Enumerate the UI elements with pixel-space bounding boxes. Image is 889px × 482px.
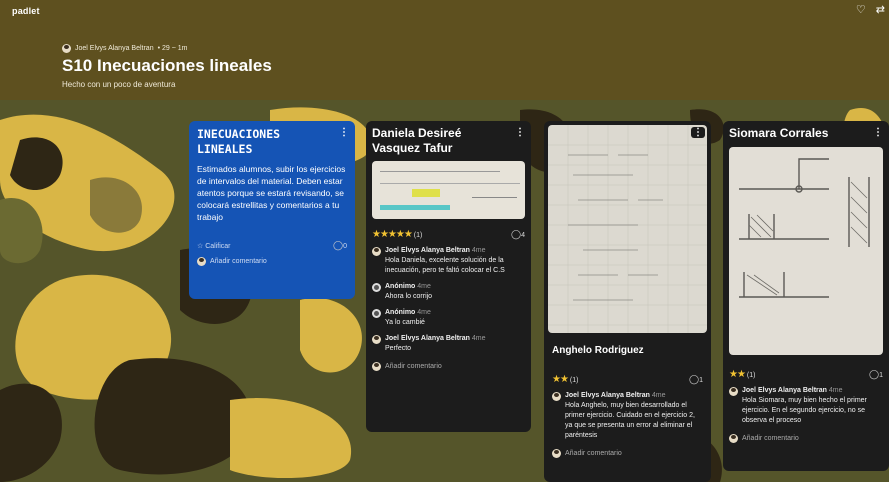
post-card-daniela[interactable]: ⋮ Daniela Desireé Vasquez Tafur ★★★★★ (1… (366, 121, 531, 432)
post-card-anghelo[interactable]: ⋮ Anghelo Rodriguez ★★ (1) ◯1 Joel Elvys… (544, 121, 711, 482)
post-title: Siomara Corrales (729, 126, 829, 140)
star-rating[interactable]: ★★★★★ (372, 229, 413, 240)
comment-time: 4me (471, 335, 486, 342)
post-attachment-image[interactable] (548, 125, 707, 333)
anonymous-avatar-icon (372, 283, 381, 292)
share-icon[interactable]: ⇄ (876, 3, 885, 16)
comment-text: Perfecto (385, 345, 412, 352)
comment-icon: ◯ (869, 369, 880, 379)
comment-icon: ◯ (333, 240, 344, 250)
star-rating[interactable]: ★★ (552, 374, 569, 385)
rating-row: ★★ (1) ◯1 (729, 369, 883, 380)
notebook-grid (548, 125, 707, 333)
comment-icon: ◯ (511, 229, 522, 239)
rating-row: ★★★★★ (1) ◯4 (372, 229, 525, 240)
rate-label: Calificar (205, 242, 231, 250)
post-title: INECUACIONES LINEALES (197, 127, 281, 156)
commenter-avatar (372, 247, 381, 256)
star-outline-icon: ☆ (197, 242, 204, 250)
heart-icon[interactable]: ♡ (856, 3, 866, 16)
commenter-avatar (372, 335, 381, 344)
board-author: Joel Elvys Alanya Beltran • 29 ~ 1m (62, 44, 188, 53)
comment-time: 4me (828, 387, 843, 394)
comment-time: 4me (417, 309, 431, 316)
rating-count: (1) (746, 372, 756, 379)
commenter-name: Joel Elvys Alanya Beltran (385, 247, 470, 254)
post-title: Anghelo Rodriguez (552, 345, 644, 356)
user-avatar (197, 257, 206, 266)
post-attachment-image[interactable] (729, 147, 883, 355)
comment-item: Joel Elvys Alanya Beltran 4me Hola Daniel… (372, 246, 525, 276)
commenter-name: Joel Elvys Alanya Beltran (565, 392, 650, 399)
add-comment-button[interactable]: Añadir comentario (552, 449, 703, 458)
commenter-avatar (552, 392, 561, 401)
comment-text: Hola Daniela, excelente solución de la i… (385, 257, 505, 274)
star-rating[interactable]: ★★ (729, 369, 746, 380)
comment-item: Joel Elvys Alanya Beltran 4me Perfecto (372, 334, 525, 354)
rate-button[interactable]: ☆ Calificar (197, 242, 231, 250)
add-comment-button[interactable]: Añadir comentario (197, 257, 347, 266)
post-card-siomara[interactable]: ⋮ Siomara Corrales ★★ (1) ◯1 Joel Elvys … (723, 121, 889, 471)
handwritten-graphs (739, 158, 870, 298)
rating-row: ☆ Calificar ◯0 (197, 240, 347, 251)
comment-count[interactable]: ◯0 (333, 240, 347, 251)
post-menu-icon[interactable]: ⋮ (515, 127, 525, 138)
board-subtitle: Hecho con un poco de aventura (62, 80, 176, 89)
add-comment-button[interactable]: Añadir comentario (372, 362, 525, 371)
user-avatar (729, 434, 738, 443)
user-avatar (552, 449, 561, 458)
post-menu-icon[interactable]: ⋮ (691, 127, 705, 138)
rating-row: ★★ (1) ◯1 (552, 374, 703, 385)
comment-icon: ◯ (689, 374, 700, 384)
comment-time: 4me (471, 247, 486, 254)
board-meta: • 29 ~ 1m (157, 45, 188, 52)
comment-text: Hola Siomara, muy bien hecho el primer e… (742, 397, 867, 424)
post-menu-icon[interactable]: ⋮ (339, 127, 349, 138)
anonymous-avatar-icon (372, 309, 381, 318)
comment-item: Joel Elvys Alanya Beltran 4me Hola Siomar… (729, 386, 883, 426)
rating-count: (1) (413, 232, 423, 239)
commenter-name: Joel Elvys Alanya Beltran (385, 335, 470, 342)
comment-text: Ahora lo corrijo (385, 293, 433, 300)
author-avatar (62, 44, 71, 53)
author-name[interactable]: Joel Elvys Alanya Beltran (75, 45, 154, 52)
post-title: Daniela Desireé Vasquez Tafur (372, 126, 462, 155)
comment-text: Ya lo cambié (385, 319, 425, 326)
post-attachment-image[interactable] (372, 161, 525, 219)
user-avatar (372, 362, 381, 371)
commenter-name: Joel Elvys Alanya Beltran (742, 387, 827, 394)
commenter-name: Anónimo (385, 283, 416, 290)
commenter-name: Anónimo (385, 309, 416, 316)
board-header: padlet ♡ ⇄ Joel Elvys Alanya Beltran • 2… (0, 0, 889, 100)
header-actions: ♡ ⇄ (856, 3, 885, 16)
post-menu-icon[interactable]: ⋮ (873, 127, 883, 138)
comment-time: 4me (417, 283, 431, 290)
comment-count[interactable]: ◯1 (689, 374, 703, 385)
comment-time: 4me (651, 392, 666, 399)
comment-text: Hola Anghelo, muy bien desarrollado el p… (565, 402, 695, 439)
commenter-avatar (729, 387, 738, 396)
board-title: S10 Inecuaciones lineales (62, 56, 272, 75)
comment-item: Anónimo 4me Ahora lo corrijo (372, 282, 525, 302)
post-card-instructions[interactable]: ⋮ INECUACIONES LINEALES Estimados alumno… (189, 121, 355, 299)
add-comment-button[interactable]: Añadir comentario (729, 434, 883, 443)
comment-item: Anónimo 4me Ya lo cambié (372, 308, 525, 328)
post-body: Estimados alumnos, subir los ejercicios … (197, 164, 346, 222)
comment-count[interactable]: ◯4 (511, 229, 525, 240)
comment-count[interactable]: ◯1 (869, 369, 883, 380)
padlet-logo[interactable]: padlet (12, 6, 40, 16)
rating-count: (1) (569, 377, 579, 384)
comment-item: Joel Elvys Alanya Beltran 4me Hola Anghel… (552, 391, 703, 441)
